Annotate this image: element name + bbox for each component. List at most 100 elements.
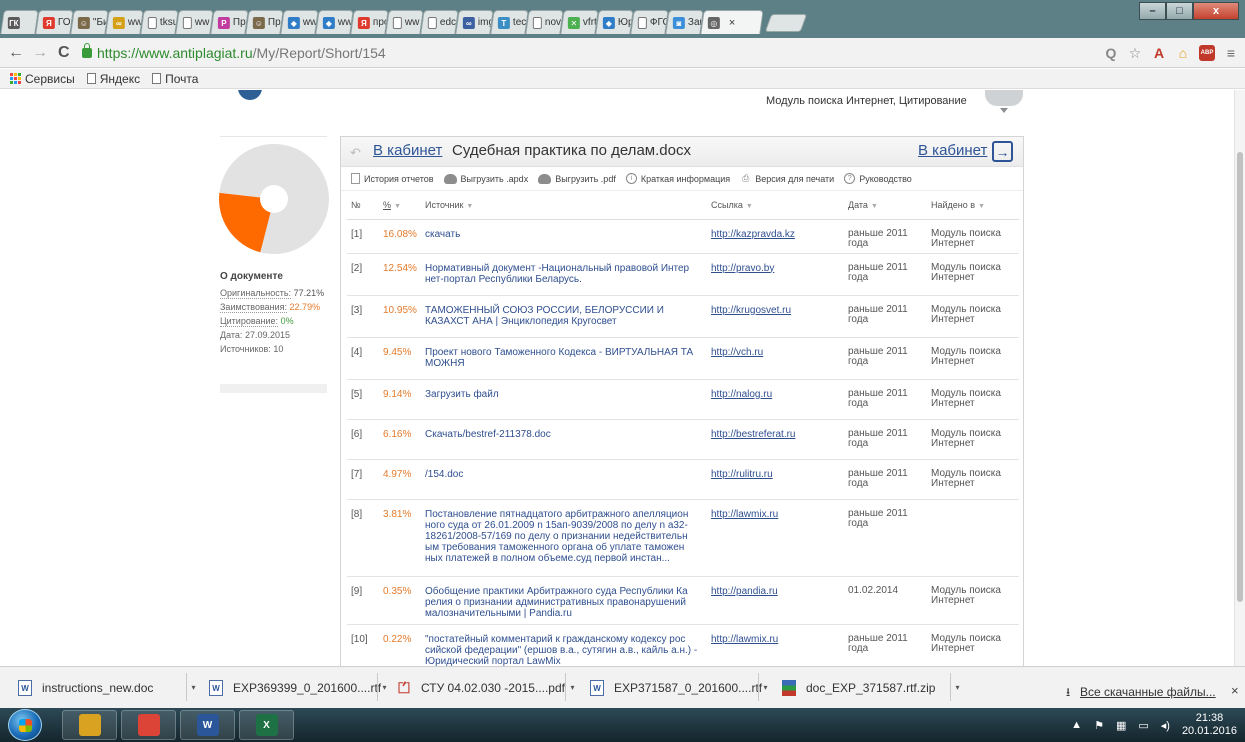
reload-button[interactable]: C [58,44,70,62]
cabinet-link[interactable]: В кабинет [373,142,442,159]
browser-tab[interactable]: ◆ ww [315,10,354,34]
close-downloads-button[interactable]: × [1231,683,1239,698]
source-link[interactable]: http://rulitru.ru [711,469,773,480]
browser-tab[interactable]: ☺ Пр [245,10,284,34]
browser-tab[interactable]: tksu [140,10,179,34]
network-icon[interactable]: ▦ [1116,719,1126,732]
download-menu-button[interactable]: ▾ [377,673,391,701]
table-row[interactable]: [7] 4.97%/154.doc http://rulitru.ru раньше … [347,459,1019,500]
close-window-button[interactable]: x [1193,2,1239,20]
col-found[interactable]: Найдено в ▼ [927,191,1019,220]
battery-icon[interactable]: ▭ [1138,719,1148,732]
maximize-button[interactable]: □ [1166,2,1193,20]
bookmark-3[interactable]: Почта [152,72,198,86]
browser-tab[interactable]: Япро [350,10,389,34]
browser-tab[interactable]: ◆ ww [280,10,319,34]
col-link[interactable]: Ссылка ▼ [707,191,844,220]
row-link[interactable]: http://bestreferat.ru [707,419,844,460]
download-item[interactable]: Winstructions_new.doc [18,674,153,702]
flag-icon[interactable]: ⚑ [1094,719,1104,732]
download-menu-button[interactable]: ▾ [758,673,772,701]
source-link[interactable]: http://pandia.ru [711,586,778,597]
table-row[interactable]: [4] 9.45% Проект нового Таможенного Кодекс… [347,337,1019,380]
row-link[interactable]: http://pandia.ru [707,576,844,625]
row-source[interactable]: скачать [421,219,707,254]
browser-tab[interactable]: Ttecl [490,10,529,34]
row-link[interactable]: http://krugosvet.ru [707,295,844,338]
row-link[interactable]: http://lawmix.ru [707,499,844,577]
browser-tab[interactable]: ФГС [630,10,669,34]
browser-tab[interactable]: ✕ vfrt [560,10,599,34]
browser-tab[interactable]: P Прс [210,10,249,34]
star-icon[interactable]: ☆ [1127,45,1143,61]
browser-tab[interactable]: ◆ Юр [595,10,634,34]
col-date[interactable]: Дата ▼ [844,191,927,220]
table-row[interactable]: [6] 6.16% Скачать/bestref-211378.doc http:/… [347,419,1019,460]
antiplagiat-logo[interactable] [238,90,262,100]
show-all-downloads-link[interactable]: Все скачанные файлы... [1080,685,1216,699]
action-print-4[interactable]: ⎙ Версия для печати [740,173,834,184]
row-source[interactable]: Обобщение практики Арбитражного суда Рес… [421,576,707,625]
row-source[interactable]: Загрузить файл [421,379,707,420]
download-item[interactable]: W EXP369399_0_201600....rtf [209,674,381,702]
table-row[interactable]: [3] 10.95% ТАМОЖЕННЫЙ СОЮЗ РОССИИ, БЕЛОРУС… [347,295,1019,338]
table-row[interactable]: [2] 12.54% Нормативный документ -Националь… [347,253,1019,296]
download-item[interactable]: doc_EXP_371587.rtf.zip [782,674,935,702]
browser-tab[interactable]: ∞ img [455,10,494,34]
row-link[interactable]: http://lawmix.ru [707,624,844,666]
source-link[interactable]: http://kazpravda.kz [711,229,795,240]
cabinet-link-right[interactable]: В кабинет [918,142,987,159]
taskbar-app-button[interactable] [121,710,176,740]
scrollbar-thumb[interactable] [1237,152,1243,602]
download-menu-button[interactable]: ▾ [186,673,200,701]
start-button[interactable] [8,709,42,741]
source-link[interactable]: http://nalog.ru [711,389,772,400]
action-help-5[interactable]: ? Руководство [844,173,912,184]
adblock-icon[interactable]: ABP [1199,45,1215,61]
table-row[interactable]: [1] 16.08% скачать http://kazpravda.kz раньш… [347,219,1019,254]
browser-tab[interactable]: Я ГОС [35,10,74,34]
clock[interactable]: 21:38 20.01.2016 [1182,712,1237,738]
forward-button[interactable]: → [32,44,48,62]
new-tab-button[interactable] [764,14,808,32]
source-link[interactable]: http://pravo.by [711,263,774,274]
address-bar[interactable]: https://www.antiplagiat.ru/My/Report/Sho… [82,42,1080,64]
tab-close-icon[interactable]: × [729,17,735,29]
exit-to-cabinet-icon[interactable]: → [992,141,1013,162]
row-link[interactable]: http://pravo.by [707,253,844,296]
download-item[interactable]: W EXP371587_0_201600....rtf [590,674,762,702]
browser-tab[interactable]: ☺ "Би [70,10,109,34]
action-cloud-1[interactable]: Выгрузить .apdx [443,173,528,184]
row-source[interactable]: ТАМОЖЕННЫЙ СОЮЗ РОССИИ, БЕЛОРУССИИ И КАЗ… [421,295,707,338]
source-link[interactable]: http://lawmix.ru [711,634,778,645]
taskbar-app-button[interactable]: X [239,710,294,740]
browser-tab[interactable]: ∞ ww [105,10,144,34]
browser-tab[interactable]: ww [385,10,424,34]
row-link[interactable]: http://nalog.ru [707,379,844,420]
volume-icon[interactable]: ◂) [1161,719,1170,732]
source-link[interactable]: http://krugosvet.ru [711,305,791,316]
source-link[interactable]: http://lawmix.ru [711,509,778,520]
cloud-icon[interactable] [985,90,1023,113]
table-row[interactable]: [9] 0.35% Обобщение практики Арбитражного … [347,576,1019,625]
back-button[interactable]: ← [8,44,24,62]
bookmark-2[interactable]: Яндекс [86,72,140,86]
browser-tab[interactable]: ◙ Зак [665,10,704,34]
browser-tab[interactable]: ww [175,10,214,34]
menu-icon[interactable]: ≡ [1223,45,1239,61]
download-menu-button[interactable]: ▾ [950,673,964,701]
source-link[interactable]: http://bestreferat.ru [711,429,796,440]
source-link[interactable]: http://vch.ru [711,347,763,358]
action-info-3[interactable]: i Краткая информация [625,173,730,184]
taskbar-app-button[interactable]: W [180,710,235,740]
col-source[interactable]: Источник ▼ [421,191,707,220]
browser-tab[interactable]: ГК [0,10,39,34]
zoom-icon[interactable]: Q [1103,45,1119,61]
browser-tab[interactable]: nov [525,10,564,34]
browser-tab[interactable]: edc [420,10,459,34]
action-cloud-2[interactable]: Выгрузить .pdf [538,173,616,184]
taskbar-app-button[interactable] [62,710,117,740]
table-row[interactable]: [5] 9.14% Загрузить файл http://nalog.ru ран… [347,379,1019,420]
row-source[interactable]: "постатейный комментарий к гражданскому … [421,624,707,666]
home-ext-icon[interactable]: ⌂ [1175,45,1191,61]
